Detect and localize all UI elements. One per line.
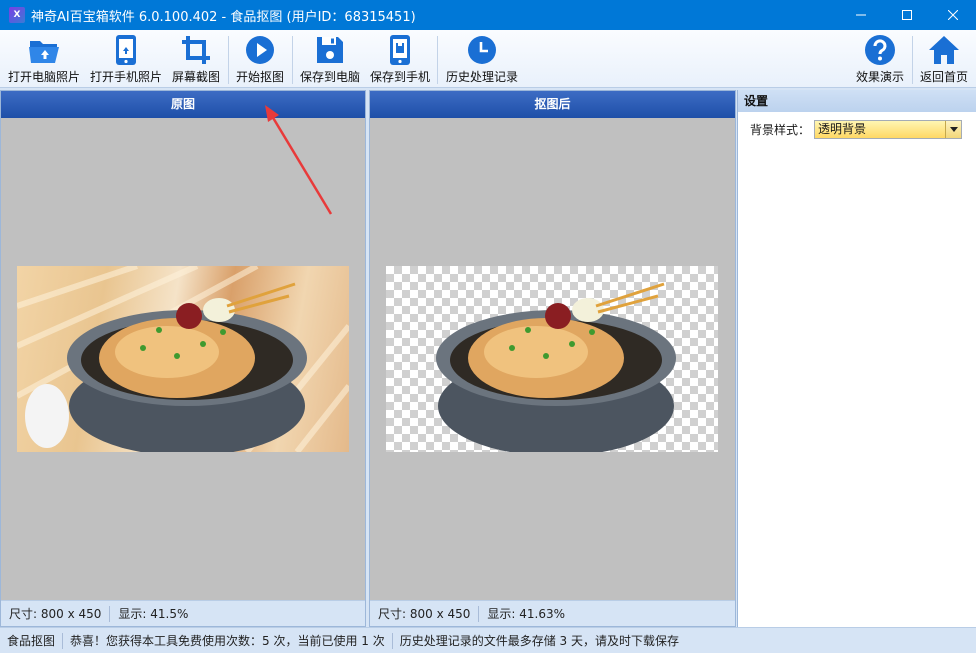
settings-body: 背景样式： 透明背景 [738, 112, 976, 627]
open-phone-photo-label: 打开手机照片 [89, 70, 162, 84]
main-status-bar: 食品抠图 恭喜！您获得本工具免费使用次数：5 次，当前已使用 1 次 历史处理记… [0, 627, 976, 653]
toolbar-divider [912, 36, 913, 84]
close-icon [948, 10, 958, 20]
food-photo-cutout [436, 282, 676, 452]
clock-icon [468, 36, 496, 64]
result-zoom-text: 显示: 41.63% [487, 607, 566, 621]
result-status-bar: 尺寸: 800 x 450 显示: 41.63% [370, 600, 735, 626]
open-pc-photo-button[interactable]: 打开电脑照片 [7, 34, 81, 86]
demo-label: 效果演示 [855, 70, 904, 84]
background-style-value: 透明背景 [818, 122, 867, 136]
status-note: 历史处理记录的文件最多存储 3 天，请及时下载保存 [399, 634, 680, 648]
save-to-pc-label: 保存到电脑 [299, 70, 360, 84]
help-icon [865, 35, 895, 65]
dropdown-arrow-icon[interactable] [945, 121, 962, 138]
home-button[interactable]: 返回首页 [919, 34, 969, 86]
save-disk-icon [317, 37, 343, 63]
app-logo-icon: X [9, 7, 25, 23]
demo-button[interactable]: 效果演示 [855, 34, 905, 86]
open-pc-photo-label: 打开电脑照片 [7, 70, 80, 84]
original-image [17, 266, 349, 452]
original-status-bar: 尺寸: 800 x 450 显示: 41.5% [1, 600, 365, 626]
settings-panel: 设置 背景样式： 透明背景 [737, 90, 976, 627]
result-panel-header: 抠图后 [370, 91, 735, 118]
save-to-pc-button[interactable]: 保存到电脑 [299, 34, 361, 86]
result-image [386, 266, 718, 452]
home-label: 返回首页 [919, 70, 968, 84]
food-photo-original [17, 266, 349, 452]
crop-icon [182, 36, 210, 64]
background-style-label: 背景样式： [750, 123, 811, 137]
play-icon [246, 36, 274, 64]
toolbar-divider [437, 36, 438, 84]
close-button[interactable] [930, 0, 976, 30]
folder-open-icon [29, 41, 59, 63]
result-panel: 抠图后 尺寸: 800 x 450 显示: 41.63% [369, 90, 736, 627]
background-style-row: 背景样式： 透明背景 [750, 120, 963, 139]
home-icon [929, 36, 959, 64]
window-title: 神奇AI百宝箱软件 6.0.100.402 - 食品抠图 (用户ID：68315… [31, 9, 416, 25]
settings-title: 设置 [738, 90, 976, 112]
title-bar: X 神奇AI百宝箱软件 6.0.100.402 - 食品抠图 (用户ID：683… [0, 0, 976, 30]
history-label: 历史处理记录 [445, 70, 518, 84]
screenshot-button[interactable]: 屏幕截图 [170, 34, 222, 86]
original-size-text: 尺寸: 800 x 450 [9, 607, 102, 621]
open-phone-photo-button[interactable]: 打开手机照片 [89, 34, 163, 86]
background-style-select[interactable]: 透明背景 [814, 120, 963, 139]
save-to-phone-label: 保存到手机 [369, 70, 430, 84]
toolbar-divider [228, 36, 229, 84]
window-controls [838, 0, 976, 30]
save-to-phone-button[interactable]: 保存到手机 [369, 34, 431, 86]
status-mode: 食品抠图 [7, 634, 56, 648]
phone-save-icon [390, 35, 410, 65]
start-cutout-label: 开始抠图 [235, 70, 284, 84]
maximize-button[interactable] [884, 0, 930, 30]
original-panel: 原图 尺寸: 800 x 450 显示: 41.5% [0, 90, 366, 627]
original-panel-header: 原图 [1, 91, 365, 118]
phone-icon [116, 35, 136, 65]
original-zoom-text: 显示: 41.5% [118, 607, 189, 621]
status-message: 恭喜！您获得本工具免费使用次数：5 次，当前已使用 1 次 [70, 634, 385, 648]
start-cutout-button[interactable]: 开始抠图 [234, 34, 286, 86]
minimize-icon [856, 14, 866, 16]
toolbar-divider [292, 36, 293, 84]
minimize-button[interactable] [838, 0, 884, 30]
toolbar: 打开电脑照片 打开手机照片 屏幕截图 开始抠图 保存到电脑 保存到手机 历史处理… [0, 30, 976, 88]
maximize-icon [902, 10, 912, 20]
history-button[interactable]: 历史处理记录 [445, 34, 519, 86]
screenshot-label: 屏幕截图 [171, 70, 220, 84]
result-size-text: 尺寸: 800 x 450 [378, 607, 471, 621]
